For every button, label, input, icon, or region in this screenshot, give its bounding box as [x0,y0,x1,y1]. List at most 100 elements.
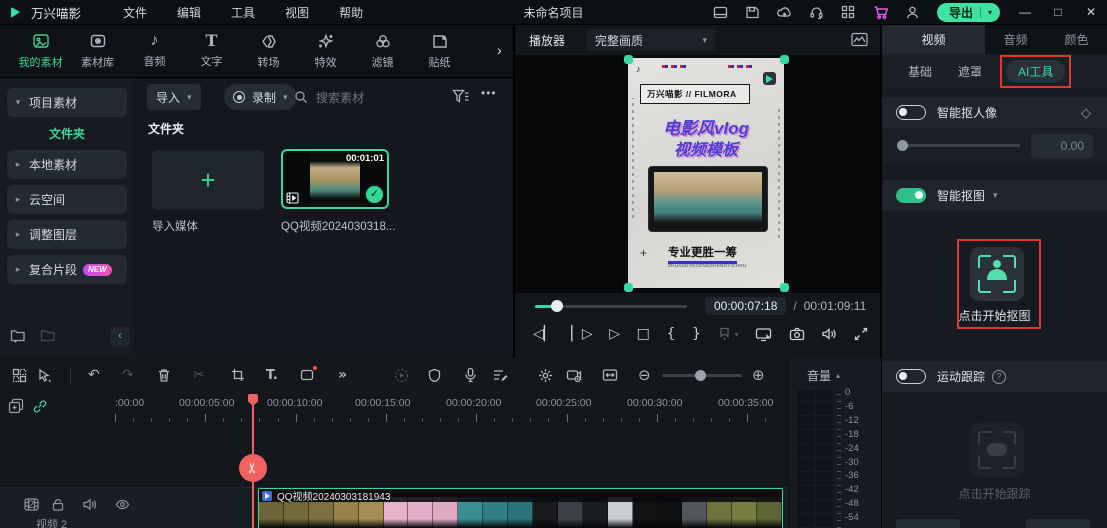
voiceover-mic-icon[interactable] [464,367,477,383]
track-mute-icon[interactable] [82,498,97,511]
export-dropdown-icon[interactable]: ▾ [988,8,992,17]
smart-cutout-toggle[interactable] [896,188,926,203]
tab-stock-library[interactable]: 素材库 [69,33,126,70]
seek-bar-knob[interactable] [551,300,563,312]
text-tool-icon[interactable]: T. [266,367,278,384]
support-headset-icon[interactable] [809,5,824,20]
tab-transitions[interactable]: 转场 [240,33,297,70]
mirror-display-button[interactable] [755,327,772,342]
sidebar-item-project-media[interactable]: ▾ 项目素材 [7,88,127,117]
fit-timeline-icon[interactable] [602,368,618,382]
track-lock-icon[interactable] [52,498,64,511]
start-tracking-button[interactable] [970,423,1024,477]
snapshot-camera-button[interactable] [789,327,805,341]
menu-edit[interactable]: 编辑 [177,4,201,21]
tab-filters[interactable]: 滤镜 [354,33,411,70]
sidebar-item-local-media[interactable]: ▸ 本地素材 [7,150,127,179]
sidebar-item-folder[interactable]: 文件夹 [0,125,134,142]
cloud-upload-icon[interactable] [777,5,792,20]
previous-frame-button[interactable]: ◁▏ [533,326,555,342]
save-icon[interactable] [745,5,760,20]
selection-handle[interactable] [624,55,633,64]
sidebar-item-compound-clip[interactable]: ▸ 复合片段 NEW [7,255,127,284]
keyframe-diamond-icon[interactable]: ◇ [1081,105,1091,121]
bottom-action-button[interactable] [1026,519,1090,528]
keyframe-view-icon[interactable] [566,368,583,383]
add-marker-button[interactable]: ▾ [718,327,739,341]
sidebar-item-cloud-space[interactable]: ▸ 云空间 [7,185,127,214]
fullscreen-button[interactable] [854,327,868,341]
play-button[interactable]: ▷ [609,326,620,342]
portrait-value-field[interactable]: 0.00 [1031,134,1093,158]
zoom-out-icon[interactable]: ⊖ [638,367,651,384]
menu-view[interactable]: 视图 [285,4,309,21]
menu-help[interactable]: 帮助 [339,4,363,21]
portrait-slider[interactable] [898,144,1020,147]
split-scissors-icon[interactable]: ✂ [193,367,205,384]
apps-grid-icon[interactable] [841,5,856,20]
smart-portrait-toggle[interactable] [896,105,926,120]
import-button[interactable]: 导入 ▾ [147,84,201,110]
shield-icon[interactable] [428,368,441,383]
seek-bar[interactable] [535,305,687,308]
media-item-video[interactable]: 00:01:01 ✓ [281,149,389,209]
tab-color[interactable]: 颜色 [1046,25,1107,54]
account-icon[interactable] [905,5,920,20]
minimize-button[interactable]: — [1017,5,1033,19]
mark-in-button[interactable]: { [666,326,675,342]
tab-text[interactable]: T 文字 [183,33,240,69]
redo-icon[interactable]: ↷ [122,367,134,384]
split-at-playhead-button[interactable]: ✂ [239,454,267,482]
layout-panel-icon[interactable] [713,5,728,20]
volume-header[interactable]: 音量 ▴ [807,367,840,384]
tab-video[interactable]: 视频 [882,25,985,54]
subtitle-notes-icon[interactable] [492,368,508,382]
store-cart-icon[interactable] [873,5,888,20]
help-icon[interactable]: ? [992,370,1006,384]
preview-stage[interactable]: ♪ 万兴喵影 // FILMORA 电影风vlog 视频模板 + 专业更胜一筹 … [515,55,880,293]
timeline-tracks[interactable]: 2 视频 2 QQ视频20240303181943 [0,424,788,528]
maximize-button[interactable]: □ [1050,5,1066,19]
more-tools-icon[interactable]: » [338,367,347,384]
record-button[interactable]: 录制 ▾ [224,84,297,110]
timeline-clip[interactable]: QQ视频20240303181943 [258,488,783,528]
timeline-ruler[interactable]: :00:0000:00:05:0000:00:10:0000:00:15:000… [0,394,788,424]
search-input[interactable]: 搜索素材 [294,84,364,110]
delete-icon[interactable] [157,368,171,383]
tab-stickers[interactable]: 贴纸 [411,33,468,70]
delete-folder-icon[interactable] [40,328,57,343]
menu-tools[interactable]: 工具 [231,4,255,21]
selection-handle[interactable] [780,55,789,64]
new-folder-icon[interactable] [10,328,27,343]
menu-file[interactable]: 文件 [123,4,147,21]
volume-button[interactable] [821,327,837,341]
filter-icon[interactable] [452,89,470,104]
tabs-overflow-chevron-icon[interactable]: › [497,42,502,58]
scopes-icon[interactable] [851,32,868,47]
tab-my-media[interactable]: 我的素材 [12,33,69,70]
sidebar-item-adjustment-layer[interactable]: ▸ 调整图层 [7,220,127,249]
mask-tool-icon[interactable] [300,368,314,387]
next-frame-button[interactable]: ▏▷ [571,326,593,342]
portrait-slider-knob[interactable] [897,140,908,151]
close-button[interactable]: ✕ [1083,5,1099,19]
video-track-2[interactable]: 2 视频 2 QQ视频20240303181943 [0,487,788,528]
link-clips-icon[interactable] [32,399,48,414]
motion-tracking-toggle[interactable] [896,369,926,384]
cutout-expand-icon[interactable]: ▾ [993,190,998,201]
stop-button[interactable]: □ [637,326,650,342]
preview-video[interactable]: ♪ 万兴喵影 // FILMORA 电影风vlog 视频模板 + 专业更胜一筹 … [628,58,784,288]
zoom-slider-knob[interactable] [695,370,706,381]
subtab-mask[interactable]: 遮罩 [958,63,982,80]
track-manager-icon[interactable] [12,368,27,383]
tab-audio[interactable]: ♪ 音频 [126,33,183,69]
subtab-ai-tools[interactable]: AI工具 [1006,60,1065,83]
render-preview-icon[interactable] [394,368,409,383]
quality-dropdown[interactable]: 完整画质 ▾ [587,29,715,51]
tab-audio-props[interactable]: 音频 [985,25,1046,54]
more-options-icon[interactable]: ••• [481,86,497,100]
timeline-zoom-slider[interactable] [662,374,742,377]
import-media-tile[interactable]: + [152,150,264,210]
mark-out-button[interactable]: } [692,326,701,342]
zoom-in-icon[interactable]: ⊕ [752,367,765,384]
